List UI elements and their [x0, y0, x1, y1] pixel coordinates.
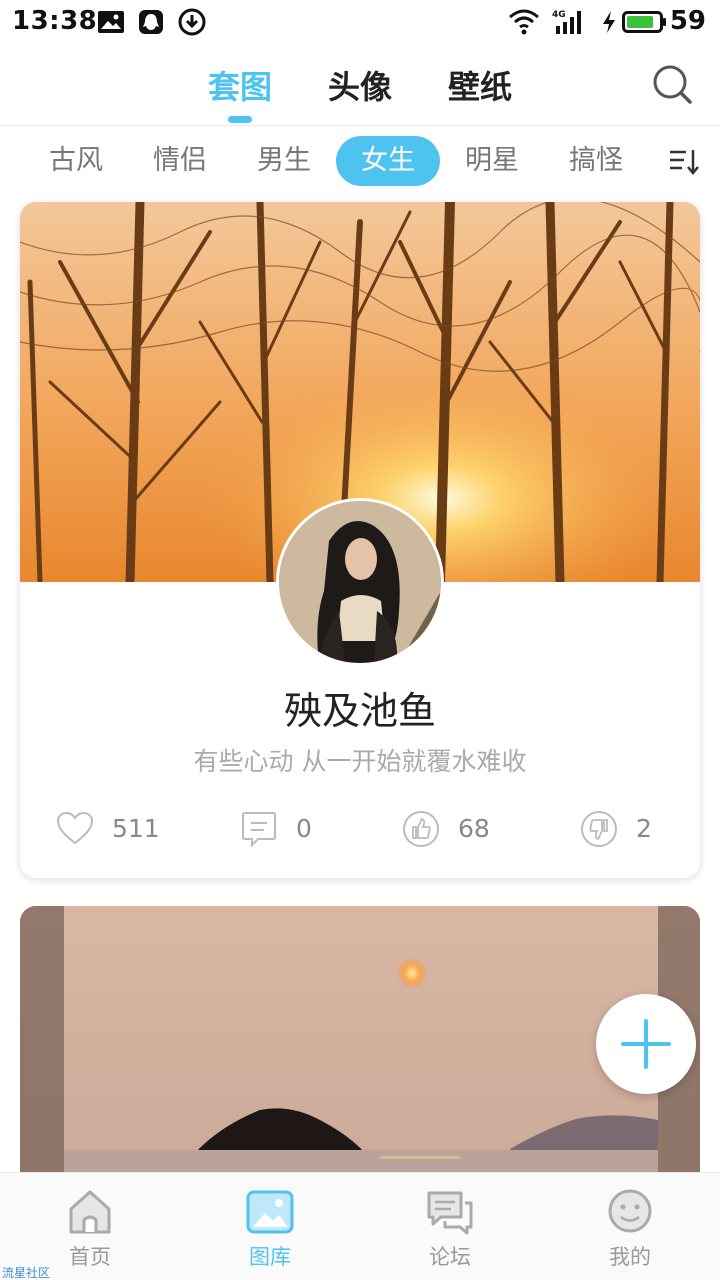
card-subtitle: 有些心动 从一开始就覆水难收 [193, 747, 527, 776]
bottom-nav: 首页 图库 论坛 我的 [0, 1172, 720, 1280]
thumbs-up-icon [403, 811, 439, 847]
category-funny[interactable]: 搞怪 [544, 136, 648, 186]
active-tab-indicator [228, 116, 252, 123]
comments-count: 0 [296, 814, 312, 843]
qq-icon [139, 10, 163, 34]
svg-text:4G: 4G [552, 10, 566, 20]
app-screen: 13:38 4G 59 套图 头像 壁纸 古风 情侣 男生 女生 明星 搞怪 殃… [0, 0, 720, 1280]
nav-gallery[interactable]: 图库 [210, 1187, 330, 1273]
nav-home[interactable]: 首页 [30, 1187, 150, 1273]
search-icon[interactable] [650, 62, 694, 106]
category-filter-row: 古风 情侣 男生 女生 明星 搞怪 [0, 136, 720, 190]
heart-icon [56, 811, 94, 845]
nav-forum[interactable]: 论坛 [390, 1187, 510, 1273]
downvote-count: 2 [636, 814, 652, 843]
category-stars[interactable]: 明星 [440, 136, 544, 186]
nav-profile[interactable]: 我的 [570, 1187, 690, 1273]
watermark: 流星社区 [2, 1266, 51, 1280]
charging-icon [603, 11, 615, 33]
tab-avatars[interactable]: 头像 [328, 62, 392, 108]
feed-card[interactable]: 殃及池鱼 有些心动 从一开始就覆水难收 511 0 68 2 [20, 202, 700, 878]
thumbs-down-icon [581, 811, 617, 847]
signal-4g-icon: 4G [552, 10, 581, 34]
wifi-icon [509, 9, 539, 35]
nav-gallery-label: 图库 [249, 1245, 291, 1269]
nav-profile-label: 我的 [609, 1245, 651, 1269]
plus-icon [621, 1019, 671, 1069]
avatar-girl-image [279, 501, 441, 663]
card-title: 殃及池鱼 [283, 689, 436, 733]
home-icon [69, 1190, 111, 1234]
comment-icon [242, 812, 276, 848]
image-icon [98, 11, 124, 33]
likes-count: 511 [112, 814, 160, 843]
add-post-button[interactable] [596, 994, 696, 1094]
profile-icon [608, 1189, 652, 1233]
tab-sets[interactable]: 套图 [208, 62, 272, 108]
sort-icon[interactable] [668, 146, 700, 178]
tab-wallpapers[interactable]: 壁纸 [448, 62, 512, 108]
nav-forum-label: 论坛 [429, 1245, 471, 1269]
top-tab-bar: 套图 头像 壁纸 [0, 44, 720, 126]
status-time: 13:38 [12, 6, 98, 36]
avatar[interactable] [276, 498, 444, 666]
category-girls[interactable]: 女生 [336, 136, 440, 186]
gallery-icon [246, 1190, 294, 1234]
battery-level: 59 [669, 6, 706, 36]
download-icon [178, 8, 206, 36]
forum-icon [427, 1191, 473, 1235]
upvote-count: 68 [458, 814, 490, 843]
battery-icon [622, 11, 666, 33]
category-couples[interactable]: 情侣 [128, 136, 232, 186]
category-gufeng[interactable]: 古风 [24, 136, 128, 186]
status-bar: 13:38 4G 59 [0, 0, 720, 44]
category-boys[interactable]: 男生 [232, 136, 336, 186]
